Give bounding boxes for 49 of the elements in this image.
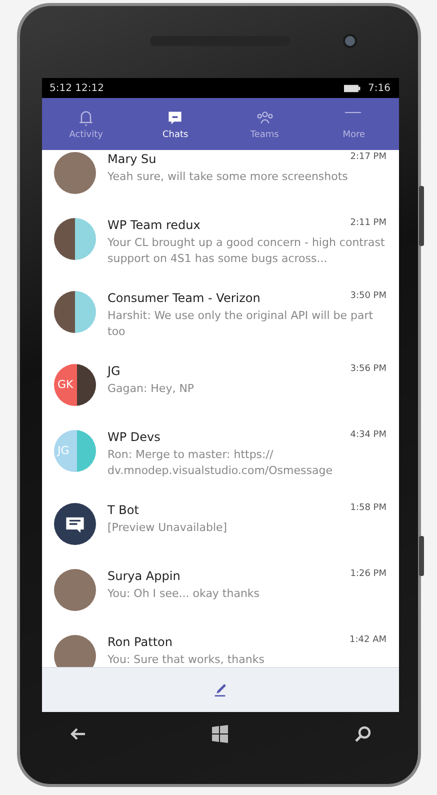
chat-item[interactable]: Mary Su 2:17 PM Yeah sure, will take some more screenshots [42, 150, 398, 208]
message-preview: Gagan: Hey, NP [108, 380, 196, 397]
chat-name: WP Team redux [108, 218, 200, 232]
chat-time: 1:58 PM [350, 502, 386, 515]
message-preview: Harshit: We use only the original API will be part too [108, 308, 374, 340]
chat-time: 3:50 PM [350, 290, 386, 303]
chat-item[interactable]: T Bot 1:58 PM [Preview Unavailable] [42, 492, 398, 559]
message-preview: Your CL brought up a good concern - high contrast support on 4S1 has some bugs across... [108, 235, 386, 267]
camera-lens [344, 36, 354, 46]
group-avatar [54, 290, 96, 333]
message-preview: You: Oh I see... okay thanks [108, 586, 261, 602]
chat-icon [166, 108, 184, 126]
message-preview: Yeah sure, will take some more screenshots [108, 169, 349, 185]
message-preview: [Preview Unavailable] [108, 520, 228, 536]
chat-time: 2:17 PM [350, 152, 386, 164]
battery-icon [344, 84, 362, 92]
people-icon [256, 108, 274, 126]
avatar-photo-placeholder [54, 568, 96, 611]
chat-item[interactable]: JG WP Devs 4:34 PM Ron: Merge to master: https:// dv.mnodep.visualstudio.com/Osmessage [42, 420, 398, 493]
chat-time: 1:26 PM [350, 568, 386, 581]
initials-avatar: GK [54, 364, 96, 406]
chat-time: 3:56 PM [350, 364, 386, 376]
status-icons: 5:12 12:12 [50, 82, 338, 94]
chat-time: 2:11 PM [350, 218, 386, 230]
windows-logo-icon[interactable] [210, 724, 230, 744]
nav-tab[interactable]: Chats [130, 98, 220, 150]
chat-time: 4:34 PM [350, 430, 386, 442]
status-time: 7:16 [368, 82, 390, 94]
message-preview: You: Sure that works, thanks [108, 652, 266, 667]
avatar-photo-placeholder [54, 634, 96, 667]
avatar-photo-placeholder [54, 152, 96, 194]
message-preview: Ron: Merge to master: https:// dv.mnodep.visualstudio.com/Osmessage [108, 446, 334, 479]
chat-name: JG [108, 364, 120, 378]
chat-name: T Bot [108, 502, 139, 517]
chat-time: 1:42 AM [350, 634, 386, 647]
pencil-icon [214, 683, 226, 697]
chat-item[interactable]: WP Team redux 2:11 PM Your CL brought up a good concern - high contrast support on 4S1 has some bugs across... [42, 208, 398, 281]
chat-name: Consumer Team - Verizon [108, 290, 260, 305]
chat-item[interactable]: GK JG 3:56 PM Gagan: Hey, NP [42, 354, 398, 420]
initials-avatar: JG [54, 430, 96, 472]
chat-item[interactable]: Surya Appin 1:26 PM You: Oh I see... okay thanks [42, 558, 398, 625]
chat-name: Ron Patton [108, 634, 172, 649]
chat-item[interactable]: Consumer Team - Verizon 3:50 PM Harshit: We use only the original API will be part too [42, 280, 398, 354]
chat-name: Mary Su [108, 152, 156, 166]
chat-name: WP Devs [108, 430, 160, 444]
group-avatar [54, 218, 96, 260]
bell-icon [77, 108, 96, 126]
chat-name: Surya Appin [108, 568, 180, 583]
search-icon[interactable] [352, 724, 372, 744]
